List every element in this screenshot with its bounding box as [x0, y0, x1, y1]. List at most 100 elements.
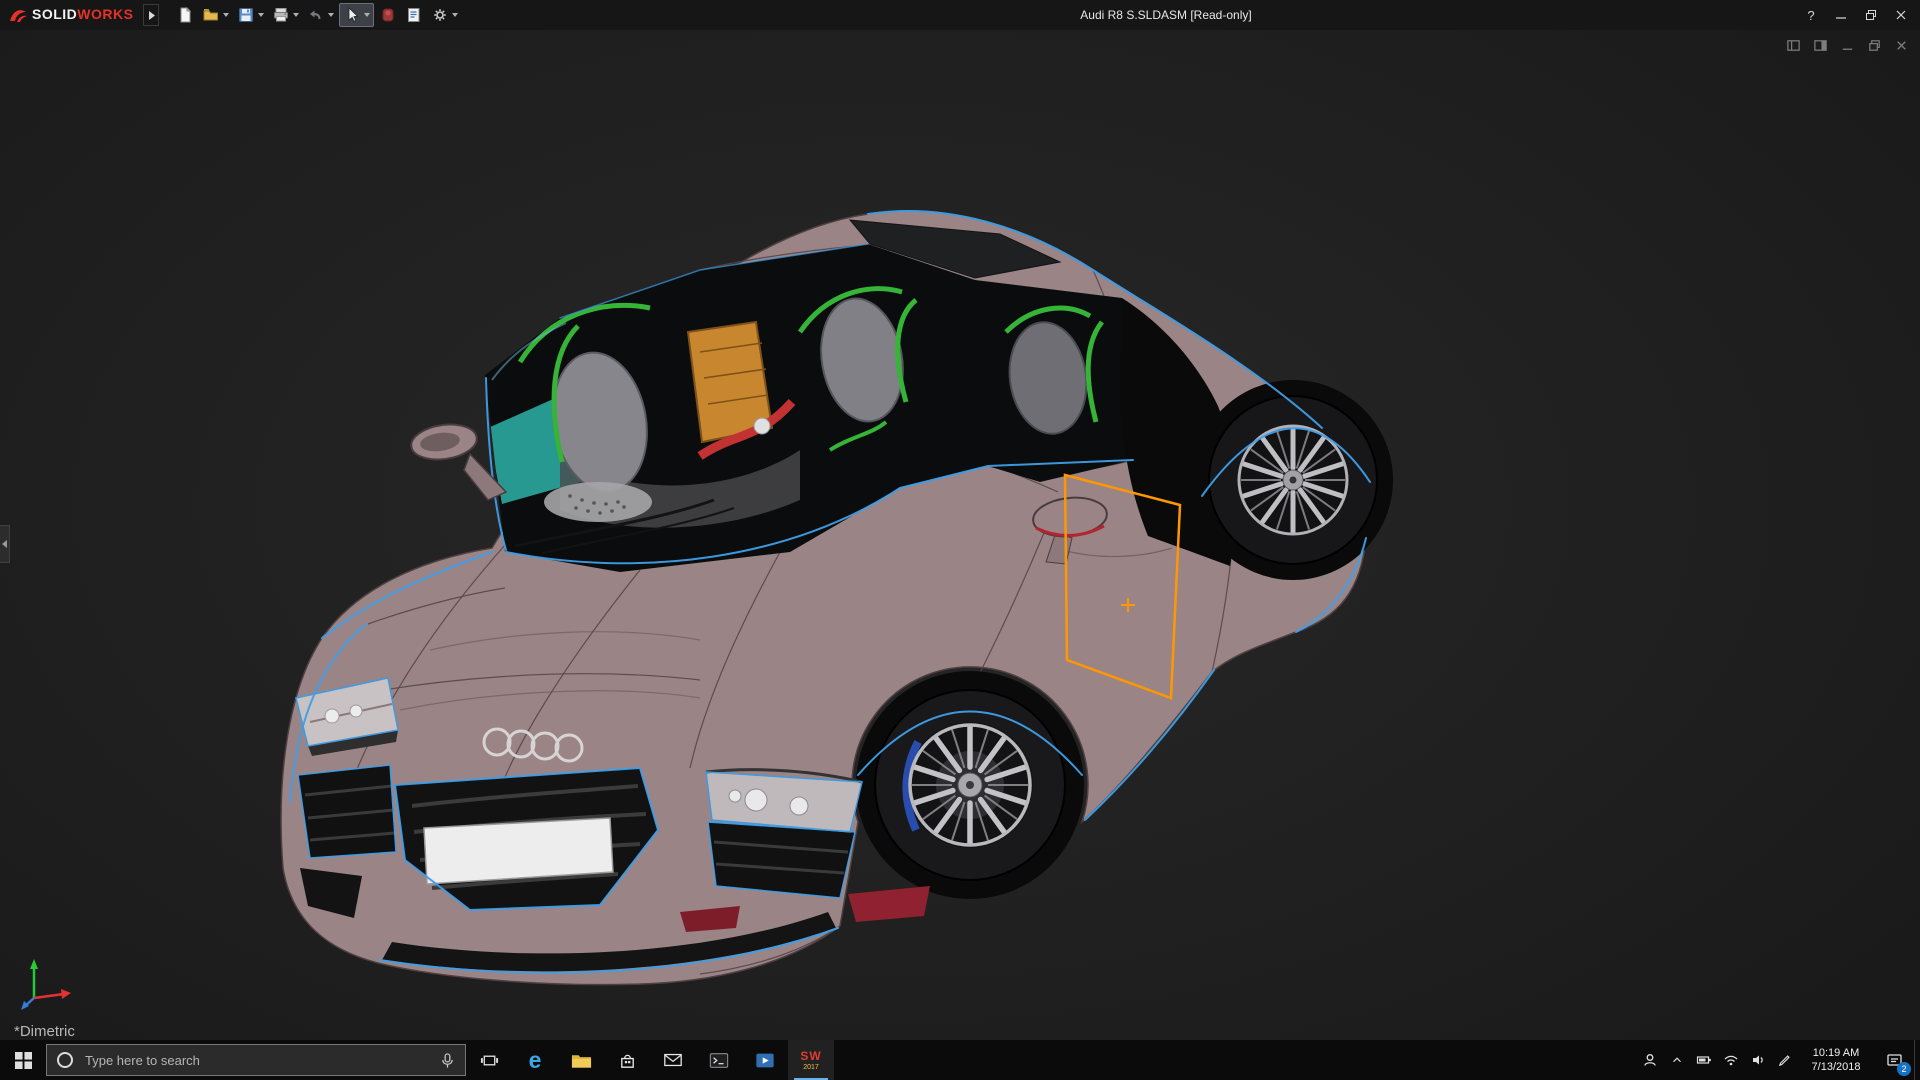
- tray-people-button[interactable]: [1636, 1040, 1663, 1080]
- file-properties-button[interactable]: [402, 3, 426, 27]
- print-button[interactable]: [269, 3, 302, 27]
- options-button[interactable]: [428, 3, 461, 27]
- options-gear-icon: [434, 9, 447, 21]
- show-pane-button[interactable]: [1784, 36, 1802, 54]
- intake-right: [708, 822, 855, 898]
- license-plate: [423, 817, 614, 885]
- terminal-icon: [709, 1052, 729, 1068]
- mail-icon: [664, 1053, 682, 1067]
- open-dropdown-caret[interactable]: [223, 13, 230, 17]
- doc-close-icon: [1896, 40, 1906, 50]
- people-icon: [1643, 1054, 1656, 1066]
- taskbar-app-solidworks[interactable]: SW 2017: [788, 1040, 834, 1080]
- wheel-front[interactable]: [856, 671, 1084, 899]
- doc-minimize-button[interactable]: [1838, 36, 1856, 54]
- collapse-arrow-icon: [2, 540, 7, 548]
- pen-icon: [1778, 1054, 1790, 1066]
- restore-icon: [1866, 10, 1876, 20]
- taskbar-search[interactable]: [46, 1044, 466, 1076]
- file-properties-icon: [408, 8, 420, 22]
- taskbar-app-media[interactable]: [742, 1040, 788, 1080]
- undo-icon: [310, 10, 321, 19]
- solidworks-taskbar-icon: SW 2017: [800, 1048, 822, 1071]
- taskbar-app-terminal[interactable]: [696, 1040, 742, 1080]
- logo-text-solid: SOLID: [32, 6, 78, 22]
- close-button[interactable]: [1886, 0, 1916, 30]
- new-document-icon: [180, 6, 192, 23]
- tray-hidden-icons-button[interactable]: [1663, 1040, 1690, 1080]
- taskbar-app-mail[interactable]: [650, 1040, 696, 1080]
- display-pane-icon: [1813, 39, 1827, 51]
- logo-text-works: WORKS: [77, 6, 134, 22]
- windows-logo-icon: [14, 1051, 32, 1069]
- doc-close-button[interactable]: [1892, 36, 1910, 54]
- taskbar-clock[interactable]: 10:19 AM 7/13/2018: [1798, 1040, 1874, 1080]
- open-button[interactable]: [199, 3, 232, 27]
- action-center-button[interactable]: 2: [1874, 1040, 1914, 1080]
- store-icon: [620, 1054, 634, 1068]
- menu-flyout-button[interactable]: [143, 4, 160, 26]
- rebuild-icon: [382, 8, 394, 22]
- select-button[interactable]: [339, 3, 375, 27]
- quick-access-toolbar: [173, 3, 461, 27]
- print-dropdown-caret[interactable]: [293, 13, 300, 17]
- chevron-up-icon: [1672, 1057, 1681, 1063]
- close-icon: [1896, 10, 1906, 20]
- save-dropdown-caret[interactable]: [258, 13, 265, 17]
- document-window-controls: [1784, 36, 1910, 54]
- titlebar: SOLIDWORKS Audi R8 S.SLDASM [Read-only] …: [0, 0, 1920, 30]
- rebuild-button[interactable]: [376, 3, 400, 27]
- open-icon: [203, 9, 219, 21]
- minimize-icon: [1836, 17, 1846, 19]
- undo-dropdown-caret[interactable]: [328, 13, 335, 17]
- doc-restore-button[interactable]: [1865, 36, 1883, 54]
- speaker-panel: [544, 482, 652, 522]
- options-dropdown-caret[interactable]: [452, 13, 459, 17]
- minimize-button[interactable]: [1826, 0, 1856, 30]
- edge-icon: e: [528, 1046, 542, 1073]
- window-controls: ?: [1796, 0, 1916, 30]
- wifi-icon: [1724, 1055, 1737, 1066]
- notification-badge: 2: [1897, 1062, 1911, 1076]
- cortana-icon: [57, 1052, 73, 1068]
- red-accent-right: [848, 886, 930, 922]
- print-icon: [274, 8, 289, 22]
- tray-battery-button[interactable]: [1690, 1040, 1717, 1080]
- doc-restore-icon: [1868, 39, 1880, 51]
- flyout-arrow-icon: [148, 10, 155, 20]
- save-icon: [239, 8, 254, 22]
- media-player-icon: [756, 1053, 774, 1067]
- taskbar-app-file-explorer[interactable]: [558, 1040, 604, 1080]
- new-document-button[interactable]: [173, 3, 197, 27]
- taskbar-app-edge[interactable]: e: [512, 1040, 558, 1080]
- search-input[interactable]: [83, 1051, 430, 1069]
- clock-date: 7/13/2018: [1811, 1061, 1861, 1073]
- tray-network-button[interactable]: [1717, 1040, 1744, 1080]
- show-desktop-button[interactable]: [1914, 1040, 1920, 1080]
- tray-pen-button[interactable]: [1771, 1040, 1798, 1080]
- microphone-icon[interactable]: [440, 1052, 455, 1069]
- file-explorer-icon: [571, 1055, 591, 1068]
- orientation-triad: [21, 959, 71, 1010]
- display-pane-button[interactable]: [1811, 36, 1829, 54]
- car-model[interactable]: [0, 30, 1920, 1040]
- task-view-icon: [480, 1055, 498, 1065]
- graphics-area[interactable]: *Dimetric: [0, 30, 1920, 1040]
- taskbar: e SW: [0, 1040, 1920, 1080]
- pane-icon: [1786, 39, 1800, 51]
- battery-icon: [1696, 1056, 1711, 1064]
- ds-logo-icon: [10, 10, 27, 22]
- document-title: Audi R8 S.SLDASM [Read-only]: [1080, 8, 1252, 22]
- clock-time: 10:19 AM: [1812, 1047, 1860, 1059]
- tray-volume-button[interactable]: [1744, 1040, 1771, 1080]
- maximize-button[interactable]: [1856, 0, 1886, 30]
- taskbar-spacer: [834, 1040, 1636, 1080]
- collapsed-panel-tab[interactable]: [0, 525, 10, 563]
- undo-button[interactable]: [304, 3, 337, 27]
- help-button[interactable]: ?: [1796, 0, 1826, 30]
- save-button[interactable]: [234, 3, 267, 27]
- taskbar-app-store[interactable]: [604, 1040, 650, 1080]
- task-view-button[interactable]: [466, 1040, 512, 1080]
- select-dropdown-caret[interactable]: [364, 13, 371, 17]
- start-button[interactable]: [0, 1040, 46, 1080]
